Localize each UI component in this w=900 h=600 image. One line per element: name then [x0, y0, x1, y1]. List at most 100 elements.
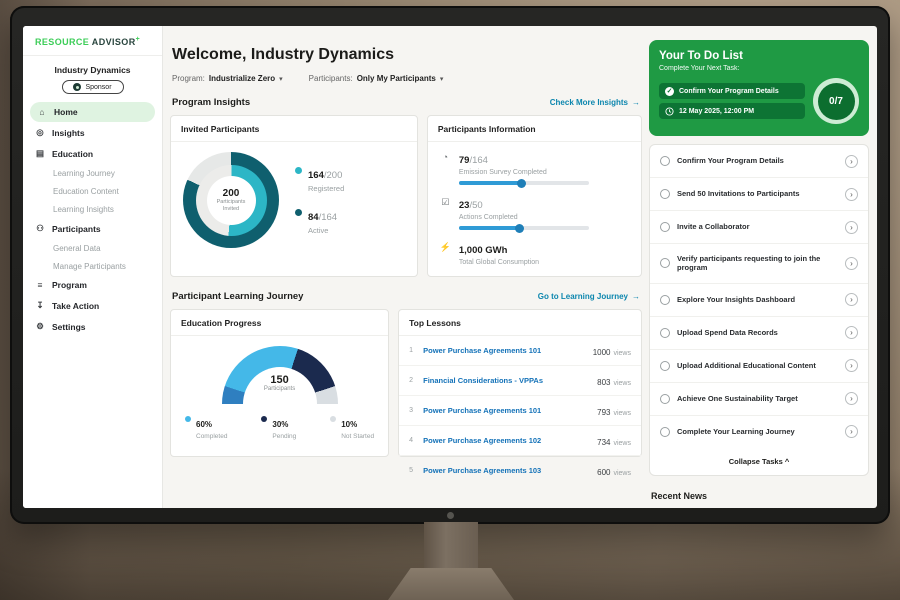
program-select-label: Program:: [172, 74, 205, 83]
todo-title: Your To Do List: [659, 50, 859, 62]
education-progress-card: Education Progress 150 Participants 6: [170, 309, 389, 457]
sidebar-item-general-data[interactable]: General Data: [23, 239, 162, 257]
sidebar-item-label: Participants: [52, 224, 101, 234]
sponsor-badge[interactable]: Sponsor: [62, 80, 124, 94]
checkbox-circle[interactable]: [660, 361, 670, 371]
todo-item-label: Upload Additional Educational Content: [677, 361, 838, 371]
views-word: views: [613, 440, 631, 447]
legend-value: 84: [308, 212, 319, 223]
sidebar-item-take-action[interactable]: ↧ Take Action: [23, 295, 162, 316]
monitor-power-led: [447, 512, 454, 519]
next-task-pill[interactable]: ✓ Confirm Your Program Details: [659, 83, 805, 99]
todo-item-label: Achieve One Sustainability Target: [677, 394, 838, 404]
todo-subtitle: Complete Your Next Task:: [659, 65, 859, 72]
donut-center-value: 200: [223, 188, 240, 199]
todo-item-confirm-program[interactable]: Confirm Your Program Details ›: [650, 145, 868, 178]
stat-value: 1,000 GWh: [459, 245, 508, 256]
todo-item-invite-collaborator[interactable]: Invite a Collaborator ›: [650, 211, 868, 244]
lesson-rank: 2: [409, 377, 416, 384]
legend-item-completed: 60% Completed: [185, 414, 227, 440]
sidebar-item-education[interactable]: ▤ Education: [23, 143, 162, 164]
section-title: Participant Learning Journey: [172, 291, 303, 302]
lesson-link[interactable]: Power Purchase Agreements 103: [423, 466, 590, 475]
chevron-right-icon[interactable]: ›: [845, 155, 858, 168]
chevron-right-icon[interactable]: ›: [845, 293, 858, 306]
lesson-link[interactable]: Financial Considerations - VPPAs: [423, 376, 590, 385]
lesson-rank: 4: [409, 437, 416, 444]
checkbox-circle[interactable]: [660, 328, 670, 338]
todo-item-upload-educational-content[interactable]: Upload Additional Educational Content ›: [650, 350, 868, 383]
lesson-row: 3 Power Purchase Agreements 101 793views: [399, 396, 641, 426]
views-word: views: [613, 410, 631, 417]
monitor-stand-base: [388, 568, 514, 600]
sponsor-badge-icon: [73, 83, 81, 91]
participants-select-value: Only My Participants: [357, 74, 436, 83]
legend-item-not-started: 10% Not Started: [330, 414, 374, 440]
actions-progress-bar: [459, 226, 589, 230]
todo-item-achieve-target[interactable]: Achieve One Sustainability Target ›: [650, 383, 868, 416]
check-more-insights-link[interactable]: Check More Insights →: [550, 98, 640, 107]
legend-total: /200: [324, 170, 343, 181]
legend-item-registered: 164/200 Registered: [295, 165, 344, 193]
sidebar-item-home[interactable]: ⌂ Home: [30, 102, 155, 122]
chevron-right-icon[interactable]: ›: [845, 221, 858, 234]
sidebar-item-learning-journey[interactable]: Learning Journey: [23, 164, 162, 182]
sidebar-item-insights[interactable]: ◎ Insights: [23, 122, 162, 143]
lesson-link[interactable]: Power Purchase Agreements 102: [423, 436, 590, 445]
sidebar-item-program[interactable]: ≡ Program: [23, 275, 162, 295]
education-progress-gauge-chart: 150 Participants: [222, 346, 338, 404]
chevron-right-icon[interactable]: ›: [845, 257, 858, 270]
checkbox-circle[interactable]: [660, 222, 670, 232]
sidebar-item-participants[interactable]: ⚇ Participants: [23, 218, 162, 239]
education-icon: ▤: [35, 148, 45, 159]
clock-icon: [665, 107, 674, 116]
todo-progress-value: 0/7: [818, 83, 855, 120]
sidebar-item-settings[interactable]: ⚙ Settings: [23, 316, 162, 337]
todo-item-complete-learning-journey[interactable]: Complete Your Learning Journey ›: [650, 416, 868, 448]
checkbox-circle[interactable]: [660, 258, 670, 268]
legend-dot: [295, 167, 302, 174]
stat-label: Total Global Consumption: [459, 259, 539, 266]
checkbox-circle[interactable]: [660, 156, 670, 166]
checkbox-circle[interactable]: [660, 427, 670, 437]
link-label: Go to Learning Journey: [538, 292, 628, 301]
emission-progress-bar: [459, 181, 589, 185]
lesson-row: 4 Power Purchase Agreements 102 734views: [399, 426, 641, 456]
sidebar-item-label: General Data: [53, 244, 101, 253]
todo-item-explore-insights[interactable]: Explore Your Insights Dashboard ›: [650, 284, 868, 317]
chevron-right-icon[interactable]: ›: [845, 425, 858, 438]
collapse-tasks-button[interactable]: Collapse Tasks ^: [650, 448, 868, 475]
checkbox-circle[interactable]: [660, 189, 670, 199]
stat-value: 79: [459, 155, 470, 166]
todo-item-send-invitations[interactable]: Send 50 Invitations to Participants ›: [650, 178, 868, 211]
chevron-right-icon[interactable]: ›: [845, 359, 858, 372]
dashboard-screen: RESOURCE ADVISOR+ Industry Dynamics Spon…: [23, 26, 877, 508]
program-select[interactable]: Program: Industrialize Zero ▾: [172, 74, 283, 83]
views-word: views: [613, 350, 631, 357]
sidebar-item-education-content[interactable]: Education Content: [23, 182, 162, 200]
chevron-right-icon[interactable]: ›: [845, 188, 858, 201]
sidebar-item-manage-participants[interactable]: Manage Participants: [23, 257, 162, 275]
chevron-up-icon: ^: [785, 457, 789, 466]
go-to-learning-journey-link[interactable]: Go to Learning Journey →: [538, 292, 640, 301]
learning-journey-header: Participant Learning Journey Go to Learn…: [172, 291, 640, 302]
chevron-right-icon[interactable]: ›: [845, 326, 858, 339]
lesson-link[interactable]: Power Purchase Agreements 101: [423, 346, 586, 355]
card-title: Top Lessons: [399, 310, 641, 336]
program-icon: ≡: [35, 280, 45, 290]
sidebar-item-learning-insights[interactable]: Learning Insights: [23, 200, 162, 218]
lesson-rank: 3: [409, 407, 416, 414]
lesson-link[interactable]: Power Purchase Agreements 101: [423, 406, 590, 415]
sidebar-item-label: Education Content: [53, 187, 119, 196]
donut-center-label: Participants Invited: [211, 199, 251, 213]
participants-select[interactable]: Participants: Only My Participants ▾: [309, 74, 444, 83]
checkbox-circle[interactable]: [660, 295, 670, 305]
invited-participants-donut-chart: 200 Participants Invited: [183, 152, 279, 248]
todo-item-label: Complete Your Learning Journey: [677, 427, 838, 437]
checkbox-circle[interactable]: [660, 394, 670, 404]
chevron-right-icon[interactable]: ›: [845, 392, 858, 405]
todo-item-upload-spend-data[interactable]: Upload Spend Data Records ›: [650, 317, 868, 350]
todo-item-verify-participants[interactable]: Verify participants requesting to join t…: [650, 244, 868, 284]
lesson-views: 600: [597, 468, 610, 477]
sidebar-item-label: Manage Participants: [53, 262, 126, 271]
